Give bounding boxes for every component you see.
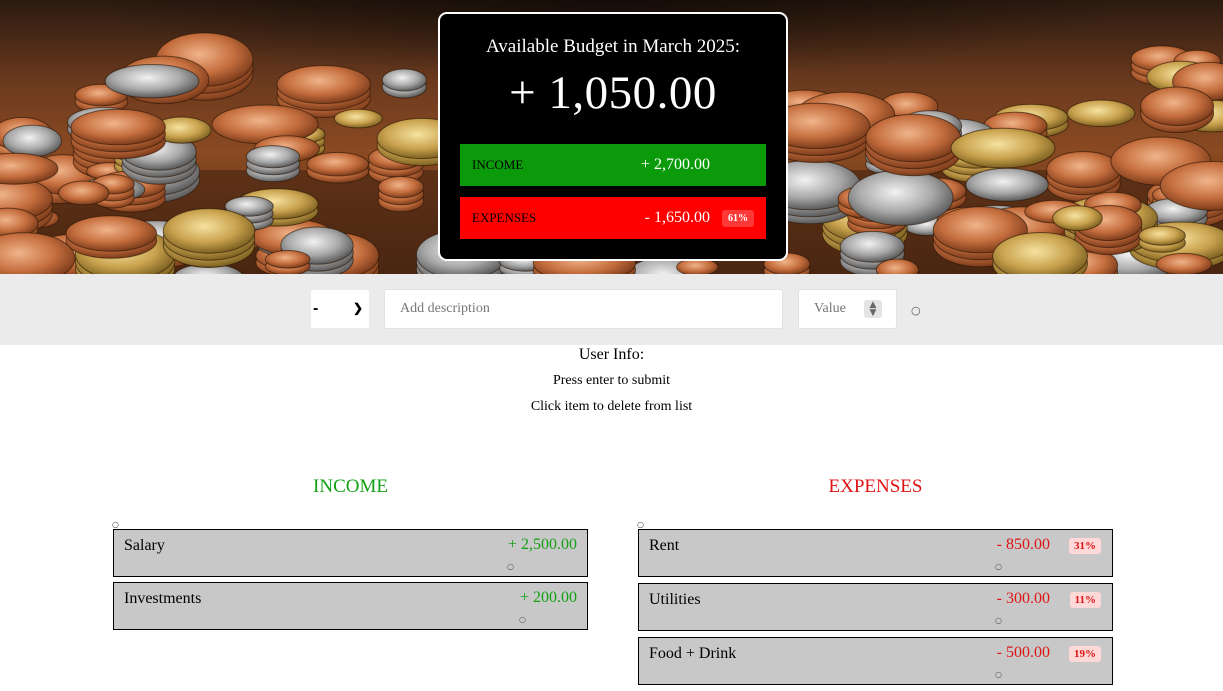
coin-shape	[57, 180, 110, 206]
coin-shape	[1138, 225, 1186, 246]
chevron-down-icon: ❯	[352, 301, 363, 315]
item-percentage: 11%	[1069, 592, 1101, 608]
coin-shape	[70, 108, 166, 146]
item-description: Food + Drink	[649, 645, 737, 662]
expenses-list-title: Expenses	[828, 476, 923, 497]
income-item[interactable]: Salary + 2,500.00 ○	[113, 529, 588, 577]
value-input[interactable]: Value ▲ ▼	[798, 289, 897, 329]
delete-circle-icon[interactable]: ○	[519, 615, 526, 624]
coin-shape	[839, 230, 905, 263]
item-percentage: 31%	[1069, 538, 1101, 554]
budget-expenses-row: Expenses - 1,650.00 61%	[460, 197, 766, 239]
coin-shape	[264, 249, 311, 269]
item-value: - 850.00	[996, 536, 1050, 553]
coin-shape	[276, 65, 371, 104]
budget-expenses-label: Expenses	[472, 210, 537, 225]
coin-shape	[847, 169, 954, 226]
add-item-bar: - ❯ Add description Value ▲ ▼ ○	[0, 274, 1223, 345]
coin-shape	[1155, 252, 1213, 274]
item-description: Investments	[124, 590, 202, 607]
value-placeholder: Value	[814, 301, 846, 316]
delete-circle-icon[interactable]: ○	[995, 670, 1002, 679]
coin-shape	[333, 108, 383, 129]
budget-card: Available Budget in March 2025: + 1,050.…	[438, 12, 788, 261]
expense-item[interactable]: Food + Drink - 500.00 19% ○	[638, 637, 1113, 685]
info-line-delete: Click item to delete from list	[530, 399, 693, 414]
available-budget-value: + 1,050.00	[509, 67, 717, 119]
hero-banner: Available Budget in March 2025: + 1,050.…	[0, 0, 1223, 274]
budget-expenses-value: - 1,650.00	[644, 209, 710, 226]
item-percentage: 19%	[1069, 646, 1101, 662]
expense-item[interactable]: Utilities - 300.00 11% ○	[638, 583, 1113, 631]
expenses-list-marker-icon: ○	[637, 520, 644, 529]
coin-shape	[1140, 86, 1215, 127]
coin-shape	[1066, 99, 1136, 128]
type-select[interactable]: - ❯	[311, 290, 369, 328]
income-item[interactable]: Investments + 200.00 ○	[113, 582, 588, 630]
coin-shape	[245, 145, 301, 169]
coin-shape	[162, 208, 256, 254]
coin-shape	[965, 167, 1049, 202]
item-description: Utilities	[649, 591, 701, 608]
description-input[interactable]: Add description	[384, 289, 783, 329]
coin-shape	[2, 124, 62, 158]
coin-shape	[950, 127, 1056, 169]
type-select-value: -	[313, 300, 319, 317]
item-value: - 500.00	[996, 644, 1050, 661]
coin-shape	[104, 64, 200, 99]
item-value: - 300.00	[996, 590, 1050, 607]
expense-item[interactable]: Rent - 850.00 31% ○	[638, 529, 1113, 577]
coin-shape	[65, 215, 158, 252]
submit-circle-icon[interactable]: ○	[911, 304, 921, 317]
income-list-marker-icon: ○	[112, 520, 119, 529]
info-line-submit: Press enter to submit	[552, 373, 671, 388]
budget-income-row: Income + 2,700.00	[460, 144, 766, 186]
coin-shape	[377, 175, 425, 199]
coin-shape	[865, 113, 962, 163]
delete-circle-icon[interactable]: ○	[995, 616, 1002, 625]
number-spinner-icon[interactable]: ▲ ▼	[864, 300, 882, 318]
budget-income-value: + 2,700.00	[640, 156, 710, 173]
budget-income-label: Income	[472, 157, 524, 172]
delete-circle-icon[interactable]: ○	[507, 562, 514, 571]
budget-title: Available Budget in March 2025:	[486, 36, 740, 57]
item-value: + 2,500.00	[507, 536, 577, 553]
item-description: Rent	[649, 537, 680, 554]
description-placeholder: Add description	[400, 301, 490, 316]
coin-shape	[1052, 205, 1103, 232]
user-info-title: User Info:	[578, 346, 645, 363]
coin-shape	[1046, 151, 1121, 189]
item-description: Salary	[124, 537, 165, 554]
delete-circle-icon[interactable]: ○	[995, 562, 1002, 571]
coin-shape	[381, 68, 427, 92]
budget-expenses-percentage: 61%	[722, 209, 754, 227]
item-value: + 200.00	[519, 589, 577, 606]
income-list-title: Income	[313, 476, 388, 497]
